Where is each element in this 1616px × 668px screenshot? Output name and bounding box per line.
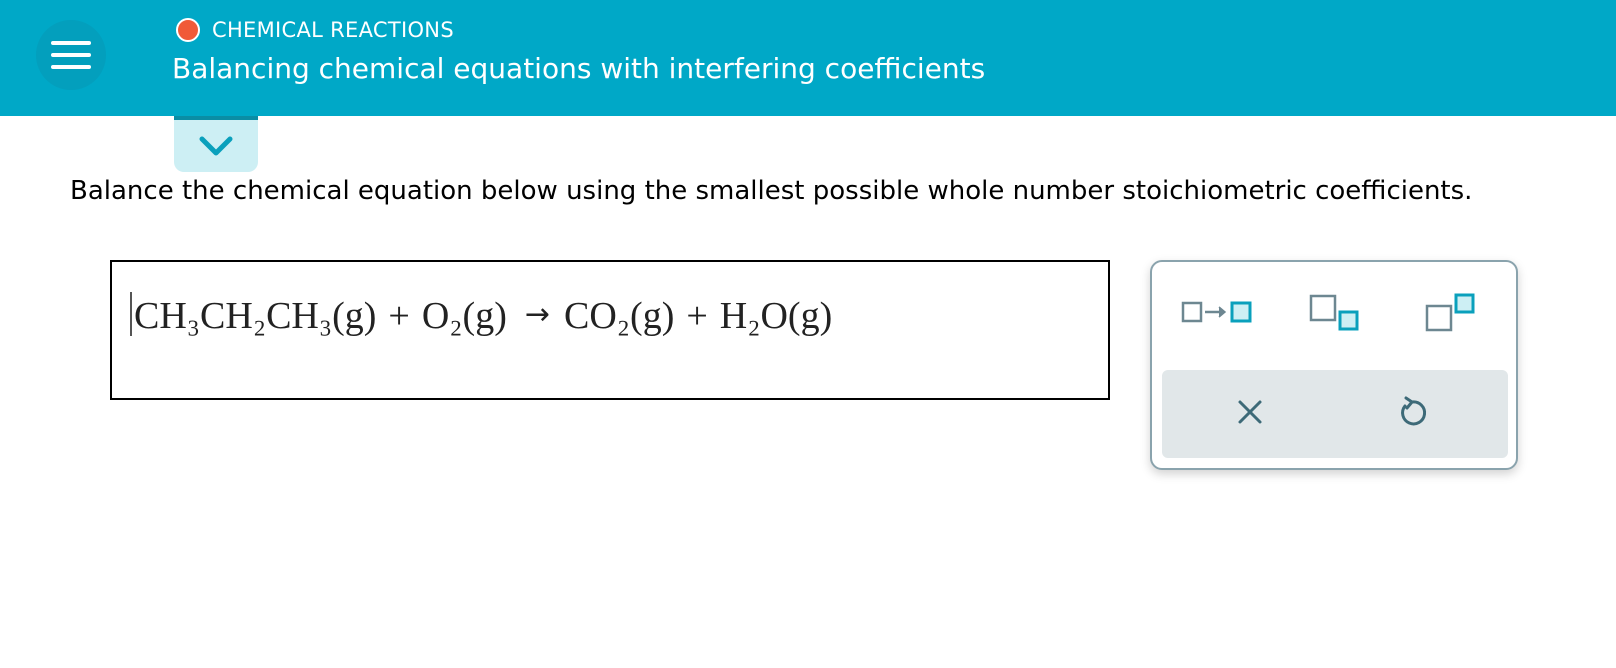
undo-icon[interactable] xyxy=(1394,394,1430,430)
plus-sign: + xyxy=(388,295,410,337)
chemical-equation: CH₃CH₂CH₃(g) + O₂(g) → CO₂(g) + H₂O(g) xyxy=(130,284,832,338)
reactant-1: CH₃CH₂CH₃(g) xyxy=(134,295,377,337)
chevron-down-icon xyxy=(199,136,233,156)
hamburger-menu-icon xyxy=(51,41,91,45)
page-title: Balancing chemical equations with interf… xyxy=(172,52,986,85)
reaction-arrow: → xyxy=(524,297,550,332)
top-bar: CHEMICAL REACTIONS Balancing chemical eq… xyxy=(0,0,1616,116)
category-label: CHEMICAL REACTIONS xyxy=(212,18,454,42)
topic-category: CHEMICAL REACTIONS xyxy=(176,18,454,42)
status-dot xyxy=(176,18,200,42)
reactant-2: O₂(g) xyxy=(421,295,507,337)
text-cursor xyxy=(130,292,132,336)
action-bar xyxy=(1162,370,1508,458)
equation-answer-box[interactable]: CH₃CH₂CH₃(g) + O₂(g) → CO₂(g) + H₂O(g) xyxy=(110,260,1110,400)
menu-button[interactable] xyxy=(36,20,106,90)
product-2: H₂O(g) xyxy=(719,295,833,337)
instruction-text: Balance the chemical equation below usin… xyxy=(70,176,1473,206)
superscript-icon[interactable] xyxy=(1424,292,1480,336)
expand-button[interactable] xyxy=(174,116,258,172)
reaction-arrow-icon[interactable] xyxy=(1180,298,1256,328)
subscript-icon[interactable] xyxy=(1308,292,1364,332)
clear-x-icon[interactable] xyxy=(1232,394,1268,430)
product-1: CO₂(g) xyxy=(564,295,675,337)
plus-sign: + xyxy=(686,295,708,337)
equation-toolbar xyxy=(1150,260,1518,470)
